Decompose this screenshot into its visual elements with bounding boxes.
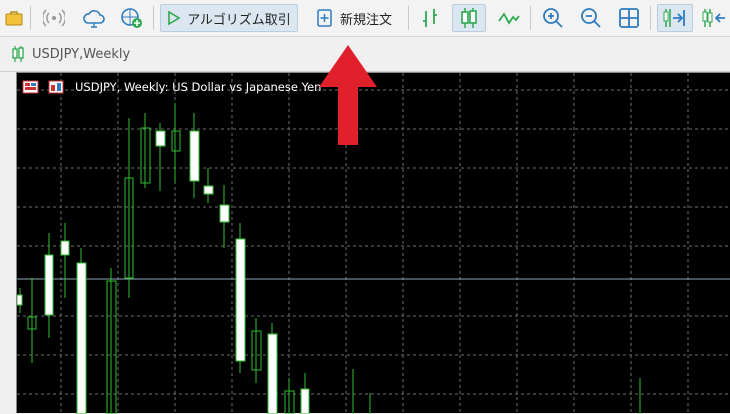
- zoom-in-icon[interactable]: [538, 4, 568, 32]
- tile-windows-icon[interactable]: [614, 4, 644, 32]
- chart-tab[interactable]: USDJPY,Weekly: [10, 37, 130, 71]
- signal-icon[interactable]: [40, 4, 68, 32]
- algo-trading-button[interactable]: アルゴリズム取引: [160, 4, 298, 32]
- chart-tab-label: USDJPY,Weekly: [32, 46, 131, 62]
- cloud-icon[interactable]: [79, 4, 109, 32]
- new-order-icon: [316, 8, 334, 28]
- chart-header-icons: [22, 80, 64, 94]
- candlestick-icon: [10, 45, 26, 63]
- candlestick-icon[interactable]: [452, 4, 486, 32]
- play-icon: [167, 10, 181, 26]
- new-order-label: 新規注文: [339, 12, 392, 28]
- bar-chart-icon[interactable]: [416, 4, 444, 32]
- autoscroll-icon[interactable]: [698, 4, 730, 32]
- algo-trading-label: アルゴリズム取引: [187, 12, 291, 28]
- chart-header-text: USDJPY, Weekly: US Dollar vs Japanese Ye…: [75, 80, 322, 94]
- annotation-arrow-icon: [319, 45, 377, 145]
- main-toolbar: アルゴリズム取引 新規注文: [0, 0, 730, 37]
- candles: [17, 103, 641, 414]
- price-chart[interactable]: USDJPY, Weekly: US Dollar vs Japanese Ye…: [16, 45, 730, 414]
- zoom-out-icon[interactable]: [576, 4, 606, 32]
- globe-add-icon[interactable]: [117, 4, 147, 32]
- new-order-button[interactable]: 新規注文: [306, 4, 402, 32]
- shift-end-icon[interactable]: [657, 4, 693, 32]
- briefcase-icon[interactable]: [2, 4, 26, 32]
- line-chart-icon[interactable]: [494, 4, 524, 32]
